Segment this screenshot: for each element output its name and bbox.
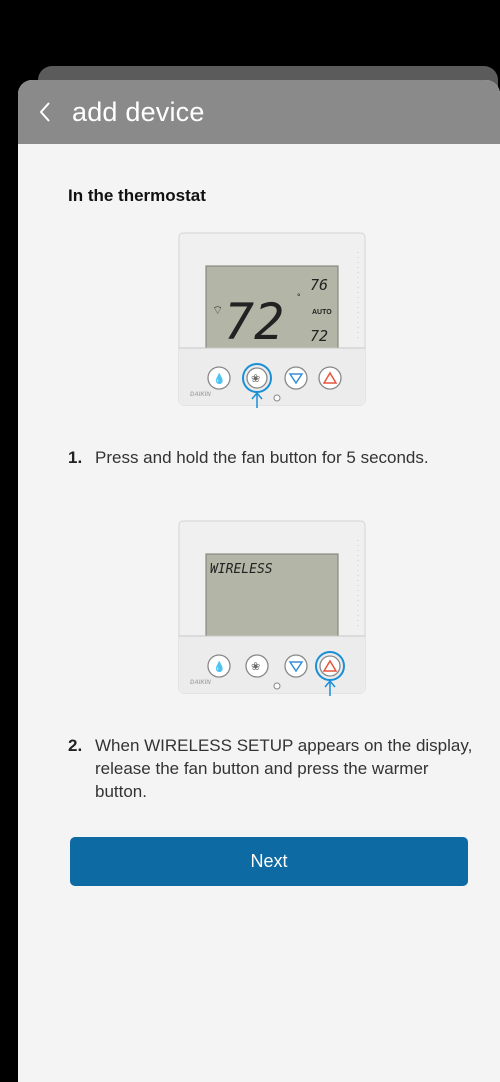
add-device-screen: add device In the thermostat ⌔ 72 ° 76 A… xyxy=(18,80,500,1082)
step-number: 2. xyxy=(68,736,83,755)
set-low-temperature: 72 xyxy=(310,327,328,345)
cooler-button xyxy=(284,654,308,678)
set-high-temperature: 76 xyxy=(310,276,328,294)
warmer-button xyxy=(318,366,342,390)
svg-text:💧: 💧 xyxy=(213,372,225,385)
status-bar xyxy=(0,0,500,66)
svg-text:❀: ❀ xyxy=(251,373,260,385)
warmer-button xyxy=(315,651,345,681)
fan-button: ❀ xyxy=(242,363,272,393)
daikin-logo: DAIKIN xyxy=(190,680,211,686)
step-1: 1. Press and hold the fan button for 5 s… xyxy=(68,446,478,469)
back-button[interactable] xyxy=(38,97,58,127)
svg-text:°: ° xyxy=(297,292,301,302)
section-heading: In the thermostat xyxy=(68,186,206,205)
cooler-button xyxy=(284,366,308,390)
fan-button: ❀ xyxy=(245,654,269,678)
svg-text:💧: 💧 xyxy=(213,660,225,673)
page-title: add device xyxy=(72,96,205,127)
thermostat-image-fan: ⌔ 72 ° 76 AUTO 72 💧 ❀ DAIKIN xyxy=(178,232,368,408)
step-2: 2. When WIRELESS SETUP appears on the di… xyxy=(68,734,478,803)
next-button[interactable]: Next xyxy=(70,837,468,886)
header-bar: add device xyxy=(18,80,500,144)
daikin-logo: DAIKIN xyxy=(190,392,211,398)
chevron-left-icon xyxy=(39,102,50,122)
water-drop-button: 💧 xyxy=(207,654,231,678)
water-drop-button: 💧 xyxy=(207,366,231,390)
current-temperature: 72 xyxy=(224,293,284,351)
step-text: When WIRELESS SETUP appears on the displ… xyxy=(95,736,473,801)
step-text: Press and hold the fan button for 5 seco… xyxy=(95,448,429,467)
display-text: WIRELESS xyxy=(210,562,273,577)
wifi-icon: ⌔ xyxy=(212,303,223,317)
thermostat-image-warmer: WIRELESS 💧 ❀ DAIKIN xyxy=(178,520,368,696)
step-number: 1. xyxy=(68,448,83,467)
svg-text:❀: ❀ xyxy=(251,661,260,673)
mode-label: AUTO xyxy=(312,309,332,316)
